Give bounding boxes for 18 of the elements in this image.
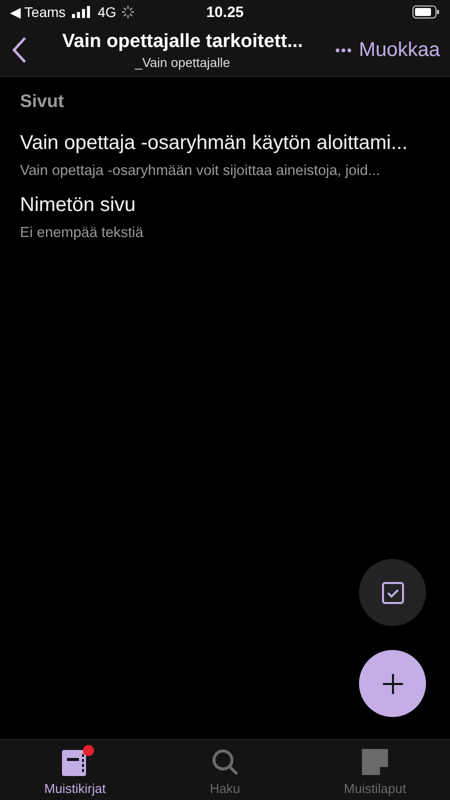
notebook-title: Vain opettajalle tarkoitett... <box>62 30 303 52</box>
section-name: _Vain opettajalle <box>134 54 230 70</box>
back-to-app[interactable]: ◀ Teams <box>10 4 66 20</box>
battery-icon <box>412 5 440 19</box>
clock: 10.25 <box>206 4 244 20</box>
section-heading: Sivut <box>19 90 66 113</box>
edit-button[interactable]: Muokkaa <box>358 38 440 62</box>
network-type: 4G <box>98 4 116 20</box>
plus-icon <box>380 672 404 696</box>
more-options[interactable]: ••• <box>335 42 353 58</box>
signal-icon <box>72 6 92 18</box>
checkbox-icon <box>380 580 404 604</box>
page-title[interactable]: Nimetön sivu <box>20 194 136 217</box>
page-preview: Vain opettaja -osaryhmään voit sijoittaa aineistoja, joid... <box>20 163 380 179</box>
loading-icon <box>122 6 134 18</box>
page-preview: Ei enempää tekstiä <box>20 225 144 241</box>
tab[interactable]: Muistikirjat <box>38 742 112 798</box>
page-title[interactable]: Vain opettaja -osaryhmän käytön aloittami... <box>20 132 408 155</box>
